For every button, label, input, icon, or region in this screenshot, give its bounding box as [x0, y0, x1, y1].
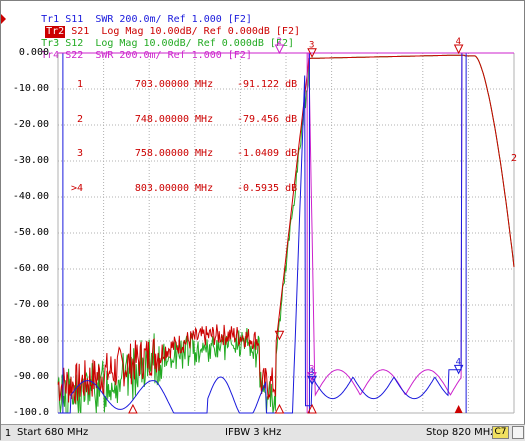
marker-row: 2 748.00000 MHz -79.456 dB	[61, 114, 297, 126]
marker-row: >4 803.00000 MHz -0.5935 dB	[61, 183, 297, 195]
marker-freq-unit: MHz	[195, 148, 214, 159]
marker-triangle-icon	[128, 403, 138, 414]
marker-row: 1 703.00000 MHz -91.122 dB	[61, 79, 297, 91]
marker-freq: 748.00000	[134, 113, 189, 125]
marker-value: -1.0409	[236, 148, 280, 159]
ifbw-setting[interactable]: IFBW 3 kHz	[225, 425, 281, 440]
marker-label: 3	[309, 41, 314, 51]
marker-label: 3	[309, 368, 314, 378]
marker-value-unit: dB	[285, 182, 298, 194]
calibration-status-badge[interactable]: C7	[492, 426, 509, 439]
marker-row: 3 758.00000 MHz -1.0409 dB	[61, 148, 297, 160]
marker-value-unit: dB	[285, 148, 298, 159]
marker-id: 2	[76, 113, 83, 125]
sweep-hold-icon[interactable]	[512, 426, 524, 439]
marker-freq: 803.00000	[134, 182, 189, 194]
marker-freq-unit: MHz	[195, 79, 214, 90]
marker-id: >4	[70, 182, 83, 194]
trace-end-label: 2	[511, 153, 517, 164]
marker-table: 1 703.00000 MHz -91.122 dB 2 748.00000 MHz -…	[61, 56, 297, 217]
marker-label: 4	[456, 357, 461, 367]
start-frequency[interactable]: Start 680 MHz	[17, 425, 88, 440]
analyzer-screen: Tr1 S11 SWR 200.0m/ Ref 1.000 [F2] Tr2 S…	[0, 0, 525, 441]
marker-value: -0.5935	[236, 182, 280, 194]
marker-id: 3	[76, 148, 83, 159]
marker-id: 1	[76, 79, 83, 90]
marker-value: -91.122	[236, 79, 280, 90]
active-marker-triangle-icon	[454, 405, 463, 413]
marker-label: 4	[456, 37, 461, 47]
marker-value-unit: dB	[285, 113, 298, 125]
stop-frequency[interactable]: Stop 820 MHz	[426, 425, 496, 440]
marker-triangle-icon	[274, 403, 285, 414]
marker-value: -79.456	[236, 113, 280, 125]
marker-freq: 758.00000	[134, 148, 189, 159]
marker-freq-unit: MHz	[195, 182, 214, 194]
marker-freq-unit: MHz	[195, 113, 214, 125]
status-bar: 1 Start 680 MHz IFBW 3 kHz Stop 820 MHz …	[1, 424, 525, 441]
channel-number[interactable]: 1	[3, 426, 13, 440]
marker-label: 2	[276, 37, 281, 47]
marker-value-unit: dB	[285, 79, 298, 90]
marker-freq: 703.00000	[134, 79, 189, 90]
